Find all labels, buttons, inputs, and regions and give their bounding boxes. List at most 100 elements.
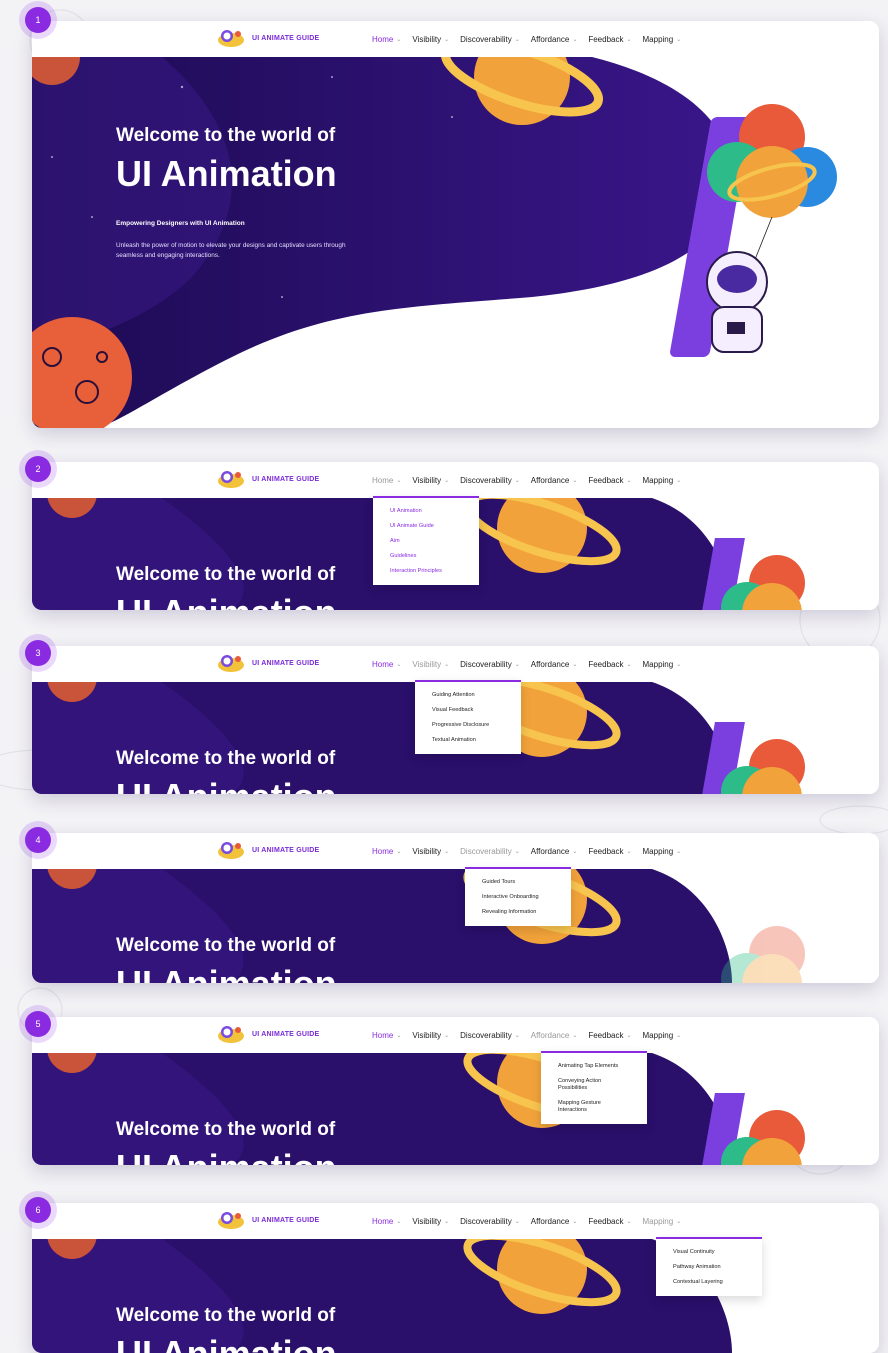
chevron-down-icon: ⌄	[396, 1218, 402, 1225]
menu-discoverability[interactable]: Discoverability ⌄	[460, 1031, 520, 1040]
menu-affordance[interactable]: Affordance ⌄	[531, 660, 578, 669]
chevron-down-icon: ⌄	[396, 36, 402, 43]
menu-home-label: Home	[372, 659, 394, 669]
hero-section: Welcome to the world of UI Animation	[32, 869, 879, 983]
menu-home[interactable]: Home ⌄	[372, 660, 401, 669]
main-menu: Home ⌄ Visibility ⌄ Discoverability ⌄ Affor…	[372, 462, 681, 498]
chevron-down-icon: ⌄	[514, 1032, 520, 1039]
menu-visibility[interactable]: Visibility ⌄	[412, 1217, 449, 1226]
step-badge-6: 6	[25, 1197, 51, 1223]
dropdown-item[interactable]: Visual Feedback	[415, 703, 521, 718]
menu-home[interactable]: Home ⌄	[372, 1217, 401, 1226]
menu-discoverability-label: Discoverability	[460, 846, 512, 856]
menu-visibility-label: Visibility	[412, 34, 442, 44]
dropdown-item[interactable]: Guided Tours	[465, 875, 571, 890]
dropdown-item[interactable]: Conveying Action Possibilities	[541, 1074, 645, 1096]
chevron-down-icon: ⌄	[514, 1218, 520, 1225]
menu-affordance[interactable]: Affordance ⌄	[531, 1031, 578, 1040]
menu-discoverability-label: Discoverability	[460, 475, 512, 485]
menu-affordance-label: Affordance	[530, 475, 570, 485]
logo[interactable]: UI ANIMATE GUIDE	[216, 468, 319, 490]
menu-affordance-label: Affordance	[530, 34, 570, 44]
logo[interactable]: UI ANIMATE GUIDE	[216, 652, 319, 674]
menu-affordance[interactable]: Affordance ⌄	[531, 1217, 578, 1226]
menu-affordance-label: Affordance	[530, 846, 570, 856]
step-badge-3: 3	[25, 640, 51, 666]
logo-text: UI ANIMATE GUIDE	[252, 659, 320, 667]
menu-visibility[interactable]: Visibility ⌄	[412, 660, 449, 669]
menu-discoverability-label: Discoverability	[460, 34, 512, 44]
menu-home[interactable]: Home ⌄	[372, 35, 401, 44]
logo[interactable]: UI ANIMATE GUIDE	[216, 27, 319, 49]
menu-feedback-label: Feedback	[588, 34, 624, 44]
chevron-down-icon: ⌄	[572, 36, 578, 43]
menu-home[interactable]: Home ⌄	[372, 847, 401, 856]
dropdown-item[interactable]: Mapping Gesture Interactions	[541, 1096, 645, 1118]
dropdown-item[interactable]: Interaction Principles	[373, 564, 479, 579]
menu-feedback[interactable]: Feedback ⌄	[588, 476, 631, 485]
menu-affordance[interactable]: Affordance ⌄	[531, 35, 578, 44]
chevron-down-icon: ⌄	[626, 477, 632, 484]
dropdown-item[interactable]: Textual Animation	[415, 733, 521, 748]
menu-feedback-label: Feedback	[588, 1216, 624, 1226]
menu-mapping[interactable]: Mapping ⌄	[643, 1217, 682, 1226]
dropdown-item[interactable]: Visual Continuity	[656, 1245, 762, 1260]
navbar: UI ANIMATE GUIDE Home ⌄ Visibility ⌄ Disco…	[32, 1203, 879, 1239]
menu-mapping[interactable]: Mapping ⌄	[643, 847, 682, 856]
menu-discoverability[interactable]: Discoverability ⌄	[460, 476, 520, 485]
navbar: UI ANIMATE GUIDE Home ⌄ Visibility ⌄ Disco…	[32, 21, 879, 57]
chevron-down-icon: ⌄	[514, 848, 520, 855]
hero-welcome-heading: Welcome to the world of	[116, 564, 336, 585]
logo[interactable]: UI ANIMATE GUIDE	[216, 1023, 319, 1045]
menu-feedback[interactable]: Feedback ⌄	[588, 1031, 631, 1040]
menu-mapping[interactable]: Mapping ⌄	[643, 1031, 682, 1040]
menu-affordance[interactable]: Affordance ⌄	[531, 476, 578, 485]
menu-affordance[interactable]: Affordance ⌄	[531, 847, 578, 856]
menu-visibility[interactable]: Visibility ⌄	[412, 1031, 449, 1040]
menu-feedback[interactable]: Feedback ⌄	[588, 35, 631, 44]
astronaut-logo-icon	[216, 839, 246, 861]
menu-mapping[interactable]: Mapping ⌄	[643, 476, 682, 485]
menu-visibility[interactable]: Visibility ⌄	[412, 35, 449, 44]
menu-mapping-label: Mapping	[642, 34, 674, 44]
dropdown-item[interactable]: Animating Tap Elements	[541, 1059, 647, 1074]
dropdown-item[interactable]: Interactive Onboarding	[465, 890, 571, 905]
menu-discoverability[interactable]: Discoverability ⌄	[460, 660, 520, 669]
hero-title: UI Animation	[116, 153, 337, 194]
chevron-down-icon: ⌄	[572, 1032, 578, 1039]
menu-discoverability[interactable]: Discoverability ⌄	[460, 1217, 520, 1226]
menu-mapping[interactable]: Mapping ⌄	[643, 660, 682, 669]
menu-discoverability[interactable]: Discoverability ⌄	[460, 847, 520, 856]
menu-visibility[interactable]: Visibility ⌄	[412, 847, 449, 856]
dropdown-item[interactable]: Guidelines	[373, 549, 479, 564]
dropdown-item[interactable]: Aim	[373, 534, 479, 549]
hero-welcome-heading: Welcome to the world of	[116, 125, 336, 146]
dropdown-item[interactable]: UI Animate Guide	[373, 519, 479, 534]
menu-feedback[interactable]: Feedback ⌄	[588, 1217, 631, 1226]
hero-title: UI Animation	[116, 963, 337, 983]
dropdown-item[interactable]: Pathway Animation	[656, 1260, 762, 1275]
dropdown-item[interactable]: Contextual Layering	[656, 1275, 762, 1290]
menu-visibility[interactable]: Visibility ⌄	[412, 476, 449, 485]
logo[interactable]: UI ANIMATE GUIDE	[216, 839, 319, 861]
navbar: UI ANIMATE GUIDE Home ⌄ Visibility ⌄ Disco…	[32, 462, 879, 498]
menu-discoverability-label: Discoverability	[460, 659, 512, 669]
dropdown-item[interactable]: Progressive Disclosure	[415, 718, 521, 733]
logo[interactable]: UI ANIMATE GUIDE	[216, 1209, 319, 1231]
menu-feedback-label: Feedback	[588, 475, 624, 485]
main-menu: Home ⌄ Visibility ⌄ Discoverability ⌄ Affor…	[372, 21, 681, 57]
dropdown-item[interactable]: Revealing Information	[465, 905, 571, 920]
chevron-down-icon: ⌄	[626, 848, 632, 855]
dropdown-item[interactable]: UI Animation	[373, 504, 479, 519]
dropdown-item[interactable]: Guiding Attention	[415, 688, 521, 703]
menu-mapping-label: Mapping	[642, 1030, 674, 1040]
menu-feedback[interactable]: Feedback ⌄	[588, 847, 631, 856]
menu-home[interactable]: Home ⌄	[372, 476, 401, 485]
menu-mapping[interactable]: Mapping ⌄	[643, 35, 682, 44]
menu-home[interactable]: Home ⌄	[372, 1031, 401, 1040]
step-badge-2: 2	[25, 456, 51, 482]
menu-feedback[interactable]: Feedback ⌄	[588, 660, 631, 669]
menu-discoverability[interactable]: Discoverability ⌄	[460, 35, 520, 44]
chevron-down-icon: ⌄	[444, 36, 450, 43]
astronaut-logo-icon	[216, 27, 246, 49]
